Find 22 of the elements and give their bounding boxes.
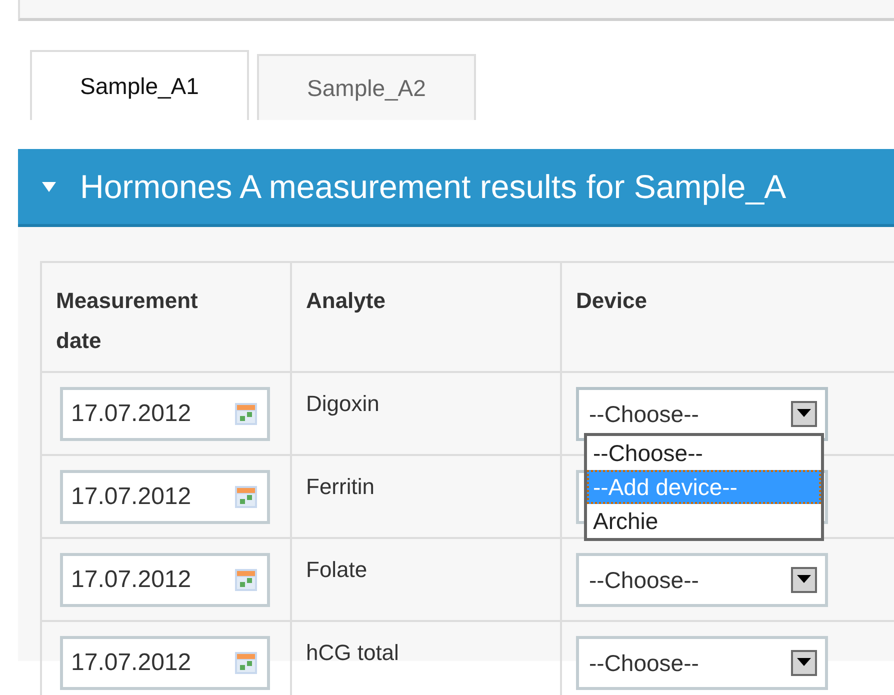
date-field[interactable]: 17.07.2012 [60,553,270,607]
date-field[interactable]: 17.07.2012 [60,387,270,441]
table-cell: Digoxin [292,373,562,456]
date-field[interactable]: 17.07.2012 [60,470,270,524]
calendar-icon[interactable] [235,569,257,591]
calendar-icon[interactable] [235,486,257,508]
table-cell: Ferritin [292,456,562,539]
tab[interactable]: Sample_A1 [30,50,249,120]
panel-title: Hormones A measurement results for Sample_A [80,168,786,206]
column-header: Measurement date [42,263,292,373]
collapse-triangle-icon[interactable] [42,182,56,192]
device-select[interactable]: --Choose-- [576,553,828,607]
calendar-icon[interactable] [235,403,257,425]
table-cell: hCG total [292,622,562,695]
device-select[interactable]: --Choose-- [576,636,828,690]
calendar-icon[interactable] [235,652,257,674]
column-header: Device [562,263,894,373]
table-cell: Folate [292,539,562,622]
column-header: Analyte [292,263,562,373]
dropdown-option[interactable]: Archie [587,504,821,538]
date-field[interactable]: 17.07.2012 [60,636,270,690]
tab[interactable]: Sample_A2 [257,54,476,120]
